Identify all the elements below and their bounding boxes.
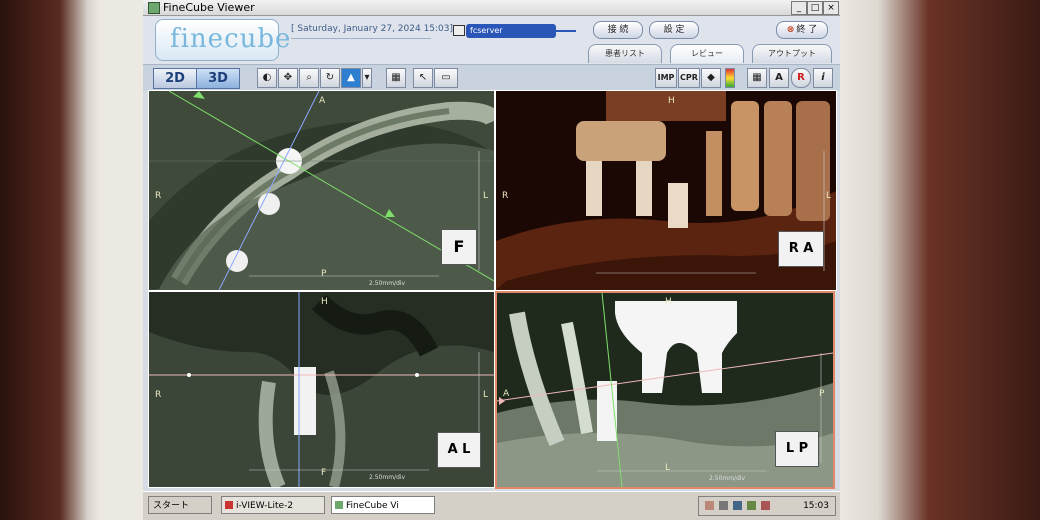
zoom-icon[interactable]: ⌕ <box>299 68 319 88</box>
volume-label-left: R <box>502 191 509 201</box>
axial-label-left: R <box>155 191 162 201</box>
color-bar-icon[interactable] <box>725 68 735 88</box>
coronal-label-bottom: F <box>321 468 327 478</box>
logo: finecube <box>170 24 292 54</box>
sagittal-label-top: H <box>665 297 672 307</box>
axial-label-top: A <box>319 96 326 106</box>
exit-button[interactable]: ⊗ 終 了 <box>776 21 828 39</box>
close-window-button[interactable]: × <box>823 1 839 15</box>
contrast-icon[interactable]: ◐ <box>257 68 277 88</box>
sagittal-label-right: P <box>819 389 825 399</box>
start-label: スタート <box>153 501 190 511</box>
volume-label-right: L <box>826 191 832 201</box>
taskbar: スタート i-VIEW-Lite-2 FineCube Vi 15:03 <box>143 491 840 520</box>
coronal-view-pane[interactable]: H R L F 2.50mm/div A L <box>148 291 495 488</box>
logo-box: finecube <box>155 19 290 61</box>
finecube-icon <box>335 501 343 509</box>
monitor-bezel-right <box>838 0 1040 520</box>
toolbar: 2D 3D ◐ ✥ ⌕ ↻ ▲ ▾ ▦ ↖ ▭ IMP CPR ◆ ▦ A R … <box>143 64 840 91</box>
rotate-icon[interactable]: ↻ <box>320 68 340 88</box>
tray-icon-5[interactable] <box>761 501 770 510</box>
tab-output[interactable]: アウトプット <box>752 44 832 63</box>
tray-icon-1[interactable] <box>705 501 714 510</box>
axial-orientation-cube[interactable]: F <box>441 229 477 265</box>
tab-label: レビュー <box>691 49 723 58</box>
coronal-label-right: L <box>483 390 489 400</box>
task-iview[interactable]: i-VIEW-Lite-2 <box>221 496 325 514</box>
server-icon <box>453 25 465 36</box>
task-finecube[interactable]: FineCube Vi <box>331 496 435 514</box>
axial-label-right: L <box>483 191 489 201</box>
date-display: [ Saturday, January 27, 2024 15:03] <box>291 24 453 39</box>
server-selector[interactable]: fcserver <box>466 24 556 38</box>
imp-button[interactable]: IMP <box>655 68 677 88</box>
ruler-icon[interactable]: ▭ <box>434 68 458 88</box>
layout-icon[interactable]: ▦ <box>386 68 406 88</box>
slice-tool-icon[interactable]: ▲ <box>341 68 361 88</box>
clock: 15:03 <box>803 501 829 511</box>
diamond-tool-icon[interactable]: ◆ <box>701 68 721 88</box>
axial-view-pane[interactable]: A R L P 2.50mm/div F <box>148 90 495 291</box>
exit-label: 終 了 <box>796 25 818 35</box>
coronal-scale: 2.50mm/div <box>369 474 406 481</box>
volume-orientation-cube[interactable]: R A <box>778 231 824 267</box>
app-header: finecube [ Saturday, January 27, 2024 15… <box>143 16 840 64</box>
maximize-button[interactable]: □ <box>807 1 823 15</box>
sagittal-scale: 2.50mm/div <box>709 475 746 482</box>
coronal-label-left: R <box>155 390 162 400</box>
sagittal-label-left: A <box>503 389 510 399</box>
tab-label: アウトプット <box>768 49 816 58</box>
sagittal-view-pane[interactable]: H A P L 2.50mm/div L P <box>495 291 835 489</box>
start-button[interactable]: スタート <box>148 496 212 514</box>
iview-icon <box>225 501 233 509</box>
mode-2d-button[interactable]: 2D <box>153 68 197 89</box>
title-bar: FineCube Viewer _ □ × <box>143 0 840 16</box>
coronal-label-top: H <box>321 297 328 307</box>
tab-review[interactable]: レビュー <box>670 44 744 63</box>
window-title: FineCube Viewer <box>163 1 255 14</box>
volume-view-pane[interactable]: H R L R A <box>495 90 837 291</box>
annotation-a-icon[interactable]: A <box>769 68 789 88</box>
tab-patient-list[interactable]: 患者リスト <box>588 44 662 63</box>
pointer-icon[interactable]: ↖ <box>413 68 433 88</box>
sagittal-label-bottom: L <box>665 463 671 473</box>
pan-icon[interactable]: ✥ <box>278 68 298 88</box>
axial-label-bottom: P <box>321 269 327 279</box>
task-label: FineCube Vi <box>346 501 399 511</box>
grid-layout-icon[interactable]: ▦ <box>747 68 767 88</box>
coronal-orientation-cube[interactable]: A L <box>437 432 481 468</box>
settings-button[interactable]: 設 定 <box>649 21 699 39</box>
exit-icon: ⊗ <box>786 25 795 35</box>
screen: FineCube Viewer _ □ × finecube [ Saturda… <box>143 0 840 520</box>
minimize-button[interactable]: _ <box>791 1 807 15</box>
tab-label: 患者リスト <box>605 49 645 58</box>
tray-icon-4[interactable] <box>747 501 756 510</box>
dropdown-arrow-icon[interactable]: ▾ <box>362 68 372 88</box>
system-tray: 15:03 <box>698 496 836 516</box>
task-label: i-VIEW-Lite-2 <box>236 501 294 511</box>
tray-icon-3[interactable] <box>733 501 742 510</box>
sagittal-orientation-cube[interactable]: L P <box>775 431 819 467</box>
record-r-icon[interactable]: R <box>791 68 811 88</box>
monitor-frame <box>100 0 143 520</box>
axial-scale: 2.50mm/div <box>369 280 406 287</box>
mode-3d-button[interactable]: 3D <box>196 68 240 89</box>
tray-icon-2[interactable] <box>719 501 728 510</box>
server-slider[interactable] <box>556 30 576 32</box>
info-icon[interactable]: i <box>813 68 833 88</box>
cpr-button[interactable]: CPR <box>678 68 700 88</box>
volume-label-top: H <box>668 96 675 106</box>
app-icon <box>148 2 160 14</box>
connect-button[interactable]: 接 続 <box>593 21 643 39</box>
monitor-bezel-left <box>0 0 100 520</box>
